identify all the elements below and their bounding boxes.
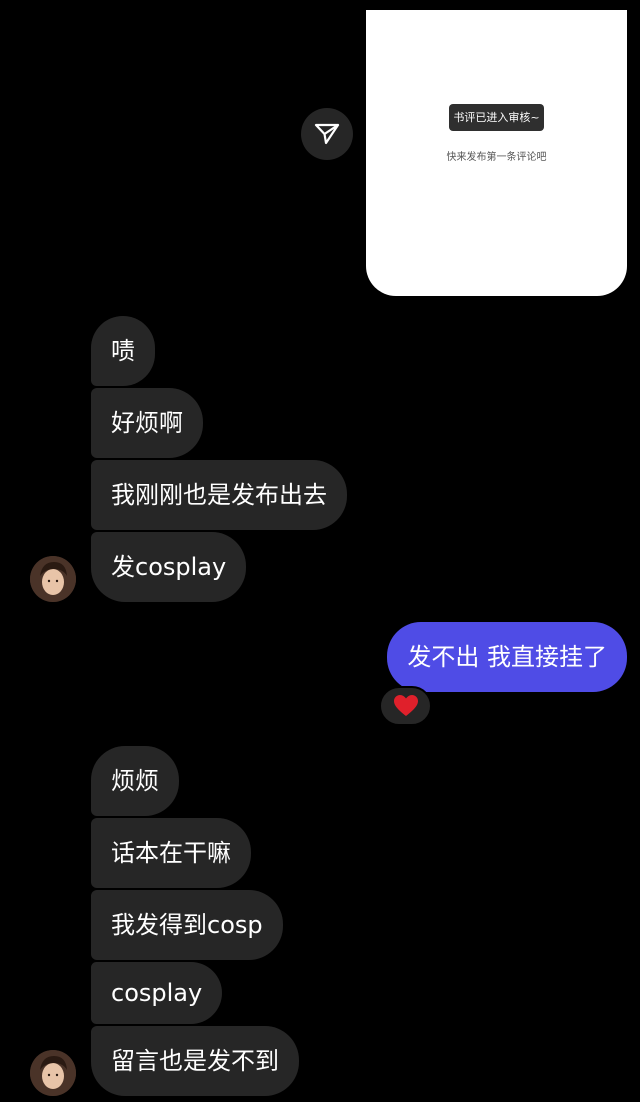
- message-reaction[interactable]: [379, 686, 432, 726]
- outgoing-message[interactable]: 发不出 我直接挂了: [387, 622, 627, 692]
- incoming-message[interactable]: 留言也是发不到: [91, 1026, 299, 1096]
- share-button[interactable]: [301, 108, 353, 160]
- incoming-message[interactable]: 发cosplay: [91, 532, 247, 602]
- send-icon: [314, 123, 340, 145]
- incoming-message[interactable]: 啧: [91, 316, 155, 386]
- incoming-message[interactable]: 好烦啊: [91, 388, 203, 458]
- empty-comment-hint: 快来发布第一条评论吧: [446, 152, 547, 163]
- incoming-message[interactable]: cosplay: [91, 962, 223, 1024]
- incoming-message[interactable]: 我发得到cosp: [91, 890, 283, 960]
- incoming-message[interactable]: 我刚刚也是发布出去: [91, 460, 347, 530]
- avatar[interactable]: [30, 1050, 76, 1096]
- user-avatar-photo: [30, 556, 76, 602]
- incoming-message[interactable]: 话本在干嘛: [91, 818, 251, 888]
- red-heart-icon: [393, 695, 418, 716]
- avatar[interactable]: [30, 556, 76, 602]
- review-toast: 书评已进入审核~: [449, 104, 544, 131]
- shared-screenshot-card[interactable]: 书评已进入审核~ 快来发布第一条评论吧: [366, 10, 627, 296]
- incoming-message[interactable]: 烦烦: [91, 746, 179, 816]
- user-avatar-photo: [30, 1050, 76, 1096]
